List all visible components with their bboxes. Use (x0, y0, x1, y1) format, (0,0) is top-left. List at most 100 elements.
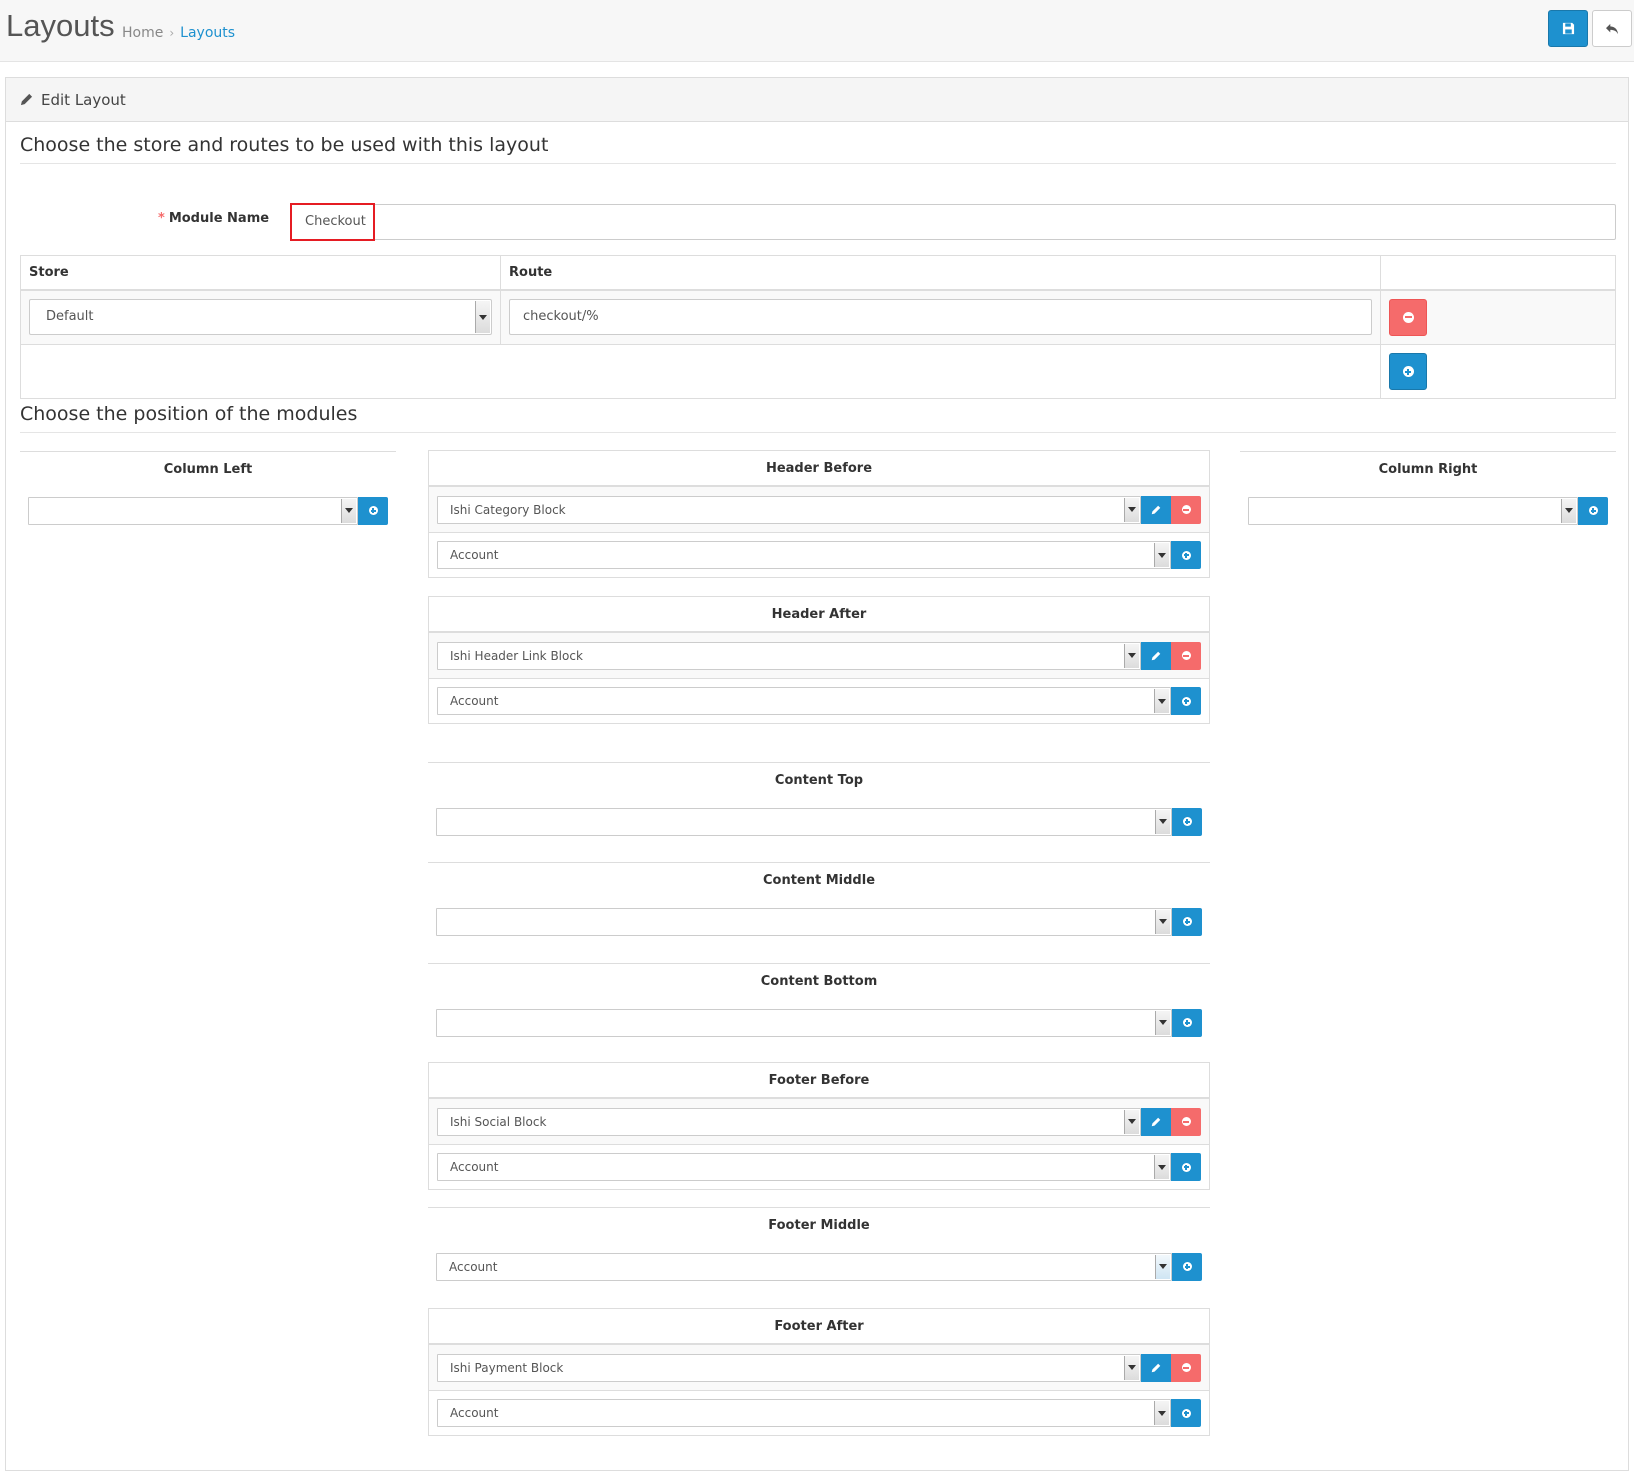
dropdown-arrow-icon (1561, 498, 1576, 523)
plus-circle-icon (1181, 1162, 1191, 1172)
module-select[interactable]: Ishi Header Link Block (437, 641, 1141, 670)
remove-route-button[interactable] (1389, 298, 1427, 336)
remove-module-button[interactable] (1171, 495, 1201, 524)
dropdown-arrow-icon (1155, 1254, 1170, 1279)
add-module-button[interactable] (1171, 1153, 1201, 1181)
position-title: Content Middle (762, 873, 876, 888)
position-header-after: Header After Ishi Header Link Block Acco… (428, 596, 1210, 724)
panel-heading: Edit Layout (6, 78, 1628, 122)
dropdown-arrow-icon (1124, 497, 1139, 522)
highlight-annotation (290, 203, 375, 241)
position-title: Footer Before (429, 1063, 1209, 1099)
module-select[interactable] (436, 1008, 1172, 1037)
remove-module-button[interactable] (1171, 641, 1201, 670)
breadcrumb-home[interactable]: Home (122, 25, 163, 41)
edit-module-button[interactable] (1141, 1107, 1171, 1136)
remove-module-button[interactable] (1171, 1353, 1201, 1382)
breadcrumb: Home › Layouts (122, 25, 235, 41)
module-add-row: Account (429, 678, 1209, 723)
add-module-button[interactable] (1172, 1252, 1202, 1281)
pencil-icon (1151, 651, 1161, 660)
module-select[interactable]: Ishi Social Block (437, 1107, 1141, 1136)
minus-circle-icon (1181, 1363, 1191, 1372)
page-title: Layouts (6, 8, 115, 43)
plus-circle-icon (1181, 550, 1191, 560)
edit-module-button[interactable] (1141, 495, 1171, 524)
position-column-left: Column Left (20, 451, 396, 533)
save-button[interactable] (1548, 10, 1588, 47)
back-button[interactable] (1592, 10, 1632, 47)
module-select[interactable]: Account (437, 687, 1171, 715)
dropdown-arrow-icon (1124, 643, 1139, 668)
add-module-button[interactable] (1171, 1399, 1201, 1427)
position-title: Header After (429, 597, 1209, 633)
dropdown-arrow-icon (1124, 1355, 1139, 1380)
module-select[interactable]: Ishi Payment Block (437, 1353, 1141, 1382)
route-column-header: Route (500, 255, 1381, 291)
add-module-button[interactable] (1172, 907, 1202, 936)
module-name-input[interactable]: Checkout (290, 204, 1616, 240)
module-select[interactable] (436, 807, 1172, 836)
position-content-bottom: Content Bottom (428, 963, 1210, 1045)
table-row (20, 344, 1616, 399)
add-module-button[interactable] (1172, 807, 1202, 836)
module-select[interactable]: Account (437, 1153, 1171, 1181)
module-add-row (428, 799, 1210, 844)
module-select[interactable] (1248, 496, 1578, 525)
module-select[interactable]: Account (436, 1252, 1172, 1281)
remove-module-button[interactable] (1171, 1107, 1201, 1136)
add-module-button[interactable] (1171, 541, 1201, 569)
dropdown-arrow-icon (1154, 543, 1169, 567)
module-select[interactable] (436, 907, 1172, 936)
save-icon (1562, 22, 1574, 35)
module-row: Ishi Social Block (429, 1099, 1209, 1144)
edit-module-button[interactable] (1141, 641, 1171, 670)
plus-circle-icon (1182, 1262, 1192, 1271)
plus-circle-icon (1182, 817, 1192, 826)
edit-layout-panel: Edit Layout Choose the store and routes … (5, 77, 1629, 1471)
module-row: Ishi Payment Block (429, 1345, 1209, 1390)
panel-heading-title: Edit Layout (41, 90, 126, 109)
position-column-right: Column Right (1240, 451, 1616, 533)
minus-circle-icon (1181, 651, 1191, 660)
dropdown-arrow-icon (1124, 1109, 1139, 1134)
dropdown-arrow-icon (475, 301, 490, 334)
dropdown-arrow-icon (1155, 909, 1170, 934)
route-input[interactable]: checkout/% (509, 299, 1372, 336)
module-select[interactable] (28, 496, 358, 525)
page-header: Layouts Home › Layouts (0, 0, 1634, 62)
table-row: Default checkout/% (20, 289, 1616, 345)
add-route-button[interactable] (1389, 353, 1427, 390)
minus-circle-icon (1181, 1117, 1191, 1126)
plus-circle-icon (1588, 506, 1598, 515)
position-header-before: Header Before Ishi Category Block Accoun… (428, 450, 1210, 578)
store-select[interactable]: Default (29, 299, 492, 336)
dropdown-arrow-icon (341, 498, 356, 523)
reply-icon (1606, 23, 1618, 34)
module-select[interactable]: Ishi Category Block (437, 495, 1141, 524)
module-add-row (428, 899, 1210, 944)
module-select[interactable]: Account (437, 541, 1171, 569)
plus-circle-icon (1181, 1408, 1191, 1418)
dropdown-arrow-icon (1154, 689, 1169, 713)
module-select[interactable]: Account (437, 1399, 1171, 1427)
add-module-button[interactable] (1171, 687, 1201, 715)
pencil-icon (1151, 1117, 1161, 1126)
position-title: Column Left (163, 462, 253, 477)
plus-circle-icon (1182, 1018, 1192, 1027)
edit-module-button[interactable] (1141, 1353, 1171, 1382)
plus-circle-icon (1181, 696, 1191, 706)
plus-circle-icon (1182, 917, 1192, 926)
dropdown-arrow-icon (1154, 1155, 1169, 1179)
dropdown-arrow-icon (1154, 1401, 1169, 1425)
breadcrumb-layouts[interactable]: Layouts (180, 25, 235, 41)
add-module-button[interactable] (1172, 1008, 1202, 1037)
pencil-icon (1151, 505, 1161, 514)
modules-section-title: Choose the position of the modules (20, 403, 1616, 433)
module-add-row (428, 1000, 1210, 1045)
add-module-button[interactable] (358, 496, 388, 525)
module-name-label: * Module Name (158, 211, 270, 226)
module-add-row: Account (429, 1390, 1209, 1435)
position-footer-middle: Footer Middle Account (428, 1207, 1210, 1289)
add-module-button[interactable] (1578, 496, 1608, 525)
